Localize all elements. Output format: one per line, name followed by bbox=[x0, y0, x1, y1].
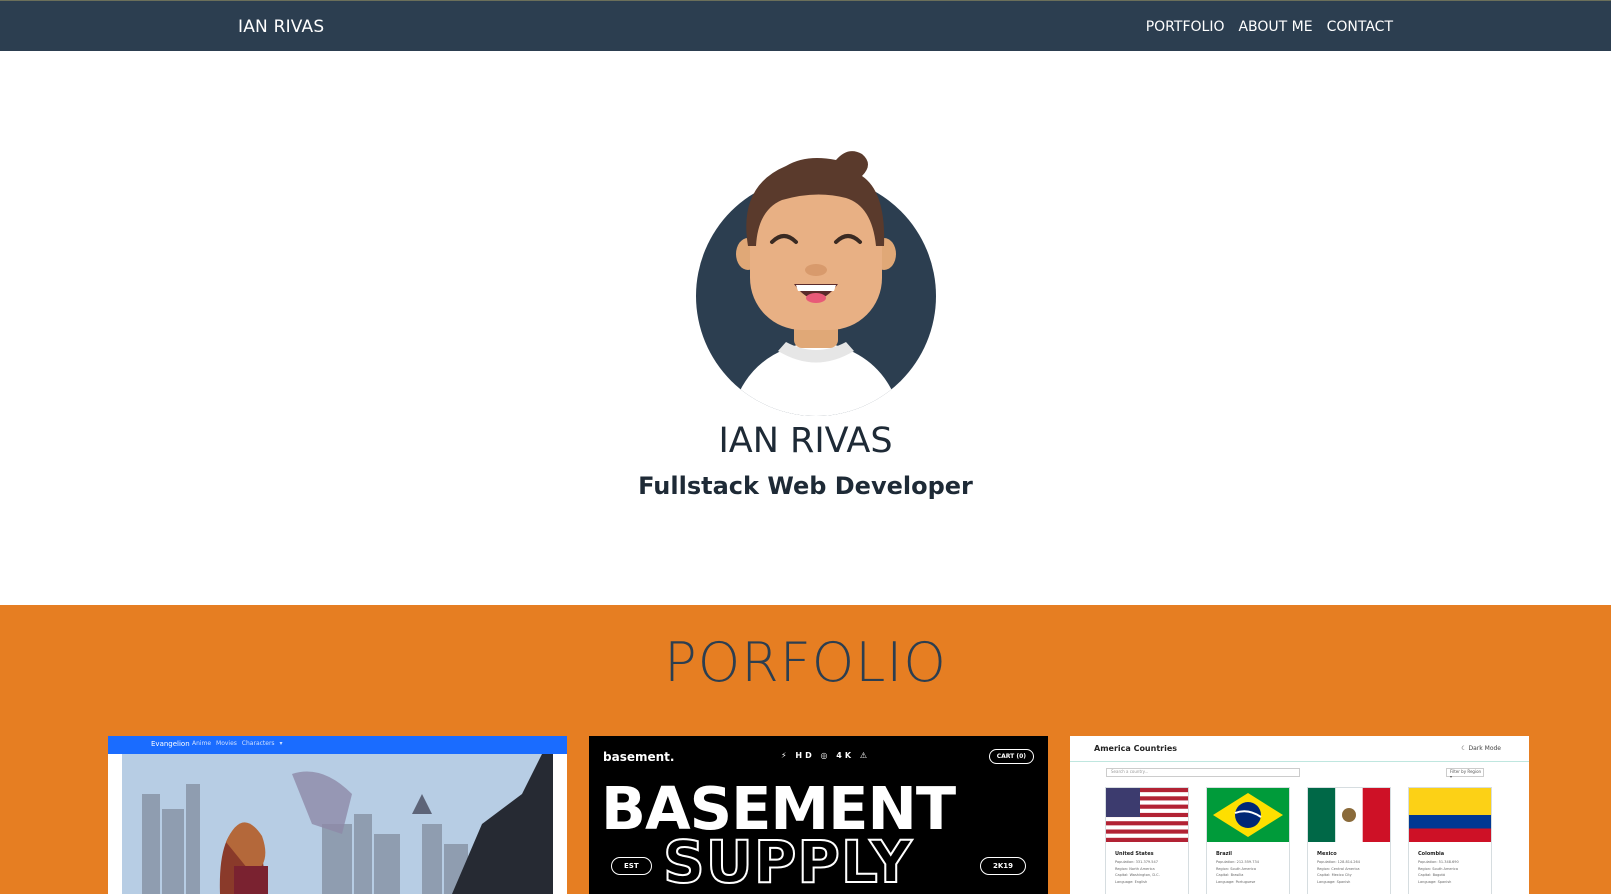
flag-mexico-icon bbox=[1308, 788, 1390, 842]
country-language: Language: Spanish bbox=[1317, 879, 1351, 884]
country-region: Region: South America bbox=[1418, 866, 1458, 871]
country-card-united-states: United States Population: 331.379.547 Re… bbox=[1105, 787, 1189, 894]
country-region: Region: South America bbox=[1216, 866, 1256, 871]
country-capital: Capital: Bogotá bbox=[1418, 873, 1445, 878]
country-capital: Capital: Washington, D.C. bbox=[1115, 873, 1160, 878]
country-meta: Population: 128.814.264 Region: Central … bbox=[1317, 859, 1390, 886]
portfolio-card-america-countries[interactable]: America Countries ☾ Dark Mode Search a c… bbox=[1070, 736, 1529, 894]
evangelion-margin-right bbox=[553, 754, 567, 894]
avatar-illustration bbox=[696, 151, 936, 416]
basement-cart-button: CART (0) bbox=[988, 749, 1034, 764]
nav-link-about-me[interactable]: ABOUT ME bbox=[1238, 19, 1312, 35]
portfolio-card-evangelion[interactable]: Evangelion Anime Movies Characters ▾ bbox=[108, 736, 567, 894]
country-population: Population: 331.379.547 bbox=[1115, 860, 1158, 864]
basement-subtitle: SUPPLY bbox=[662, 827, 913, 894]
countries-dark-mode-toggle: ☾ Dark Mode bbox=[1461, 745, 1501, 752]
country-card-mexico: Mexico Population: 128.814.264 Region: C… bbox=[1307, 787, 1391, 894]
countries-region-filter: Filter by Region ▾ bbox=[1446, 768, 1484, 779]
hero-name: IAN RIVAS bbox=[718, 421, 893, 461]
country-population: Population: 128.814.264 bbox=[1317, 860, 1360, 864]
brand-link[interactable]: IAN RIVAS bbox=[238, 17, 324, 37]
flag-brazil-icon bbox=[1207, 788, 1289, 842]
portfolio-card-basement[interactable]: basement. ⚡ HD ◎ 4K ⚠ CART (0) BASEMENT … bbox=[589, 736, 1048, 894]
evangelion-margin-left bbox=[108, 754, 122, 894]
evangelion-navbar: Evangelion Anime Movies Characters ▾ bbox=[108, 736, 567, 754]
country-name: Mexico bbox=[1317, 851, 1337, 857]
countries-header: America Countries ☾ Dark Mode bbox=[1070, 736, 1529, 762]
country-name: Brazil bbox=[1216, 851, 1232, 857]
flag-colombia-icon bbox=[1409, 788, 1491, 842]
nav-link-contact[interactable]: CONTACT bbox=[1327, 19, 1393, 35]
evangelion-brand: Evangelion bbox=[151, 740, 190, 748]
country-card-brazil: Brazil Population: 212.559.734 Region: S… bbox=[1206, 787, 1290, 894]
flag-usa-icon bbox=[1106, 788, 1188, 842]
country-population: Population: 51.348.690 bbox=[1418, 860, 1459, 864]
basement-est-pill: EST bbox=[611, 857, 652, 875]
country-meta: Population: 212.559.734 Region: South Am… bbox=[1216, 859, 1289, 886]
country-name: Colombia bbox=[1418, 851, 1445, 857]
country-language: Language: English bbox=[1115, 879, 1148, 884]
evangelion-links: Anime Movies Characters ▾ bbox=[192, 740, 283, 747]
navbar: IAN RIVAS PORTFOLIO ABOUT ME CONTACT bbox=[0, 0, 1611, 51]
basement-year-pill: 2K19 bbox=[979, 857, 1026, 875]
country-meta: Population: 331.379.547 Region: North Am… bbox=[1115, 859, 1188, 886]
country-card-colombia: Colombia Population: 51.348.690 Region: … bbox=[1408, 787, 1492, 894]
basement-logo: basement. bbox=[603, 750, 675, 764]
portfolio-section: PORFOLIO Evangelion Anime Movies Charact… bbox=[0, 605, 1611, 894]
hero-section: IAN RIVAS Fullstack Web Developer bbox=[0, 51, 1611, 605]
evangelion-scene-image bbox=[122, 754, 553, 894]
portfolio-title: PORFOLIO bbox=[664, 631, 947, 694]
basement-icons: ⚡ HD ◎ 4K ⚠ bbox=[781, 751, 871, 760]
country-region: Region: Central America bbox=[1317, 866, 1360, 871]
country-language: Language: Portuguese bbox=[1216, 879, 1256, 884]
countries-title: America Countries bbox=[1094, 744, 1178, 753]
country-capital: Capital: Brasília bbox=[1216, 873, 1244, 878]
nav-link-portfolio[interactable]: PORTFOLIO bbox=[1146, 19, 1225, 35]
country-capital: Capital: Mexico City bbox=[1317, 873, 1352, 878]
nav-links: PORTFOLIO ABOUT ME CONTACT bbox=[1146, 19, 1393, 35]
country-region: Region: North America bbox=[1115, 866, 1155, 871]
country-population: Population: 212.559.734 bbox=[1216, 860, 1259, 864]
countries-search-input: Search a country... bbox=[1106, 768, 1300, 777]
country-meta: Population: 51.348.690 Region: South Ame… bbox=[1418, 859, 1491, 886]
hero-subtitle: Fullstack Web Developer bbox=[638, 472, 973, 500]
country-name: United States bbox=[1115, 851, 1154, 857]
country-language: Language: Spanish bbox=[1418, 879, 1452, 884]
